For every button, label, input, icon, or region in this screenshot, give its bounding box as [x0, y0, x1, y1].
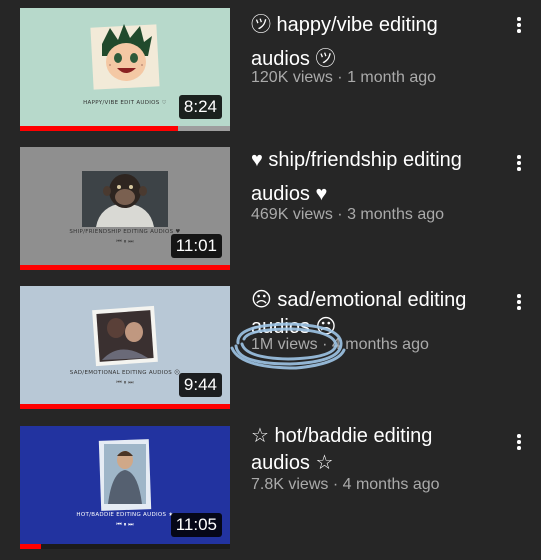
watch-progress-fill: [20, 404, 230, 409]
meta-separator: ·: [337, 69, 343, 86]
watch-progress-fill: [20, 544, 41, 549]
watch-progress: [20, 544, 230, 549]
watch-progress-fill: [20, 265, 230, 270]
more-vert-icon[interactable]: [512, 153, 526, 173]
duration-badge: 11:05: [170, 513, 222, 537]
video-list-item[interactable]: HOT/BADDIE EDITING AUDIOS ★ ⏮ ⏸ ⏭ 11:05 …: [0, 423, 541, 551]
video-title[interactable]: ㋡ happy/vibe editing audios ㋡: [251, 8, 501, 76]
video-thumbnail[interactable]: HAPPY/VIBE EDIT AUDIOS ♡ 8:24: [20, 8, 230, 126]
watch-progress-fill: [20, 126, 178, 131]
duration-badge: 8:24: [178, 95, 222, 119]
meta-separator: ·: [337, 206, 343, 223]
watch-progress: [20, 404, 230, 409]
view-count: 469K views: [251, 206, 333, 223]
video-list-item[interactable]: SHIP/FRIENDSHIP EDITING AUDIOS ♥ ⏮ ⏸ ⏭ 1…: [0, 147, 541, 272]
view-count: 7.8K views: [251, 476, 329, 493]
upload-age: 1 month ago: [347, 69, 437, 86]
upload-age: 4 months ago: [342, 476, 440, 493]
video-title-line: ㋡ happy/vibe editing: [251, 14, 438, 36]
upload-age: 3 months ago: [347, 206, 445, 223]
video-title[interactable]: ☆ hot/baddie editing audios ☆: [251, 423, 501, 477]
video-title[interactable]: ♥ ship/friendship editing audios ♥: [251, 143, 501, 211]
video-title-line: ☆ hot/baddie editing: [251, 425, 433, 447]
more-vert-icon[interactable]: [512, 15, 526, 35]
duration-badge: 11:01: [170, 234, 222, 258]
meta-separator: ·: [322, 336, 328, 353]
video-thumbnail[interactable]: SAD/EMOTIONAL EDITING AUDIOS ☹ ⏮ ⏸ ⏭ 9:4…: [20, 286, 230, 404]
video-meta: 1M views · 4 months ago: [251, 336, 429, 354]
video-title[interactable]: ☹ sad/emotional editing audios ☹: [251, 283, 501, 339]
video-title-line: audios ☆: [251, 452, 334, 474]
video-list-item[interactable]: SAD/EMOTIONAL EDITING AUDIOS ☹ ⏮ ⏸ ⏭ 9:4…: [0, 286, 541, 411]
video-meta: 7.8K views · 4 months ago: [251, 476, 440, 494]
video-title-line: ♥ ship/friendship editing: [251, 149, 462, 171]
more-vert-icon[interactable]: [512, 292, 526, 312]
more-vert-icon[interactable]: [512, 432, 526, 452]
video-meta: 120K views · 1 month ago: [251, 69, 436, 87]
video-thumbnail[interactable]: SHIP/FRIENDSHIP EDITING AUDIOS ♥ ⏮ ⏸ ⏭ 1…: [20, 147, 230, 265]
watch-progress: [20, 265, 230, 270]
watch-progress: [20, 126, 230, 131]
meta-separator: ·: [332, 476, 339, 493]
duration-badge: 9:44: [178, 373, 222, 397]
video-meta: 469K views · 3 months ago: [251, 206, 444, 224]
video-title-line: ☹ sad/emotional editing: [251, 289, 467, 311]
upload-age: 4 months ago: [331, 336, 429, 353]
video-thumbnail[interactable]: HOT/BADDIE EDITING AUDIOS ★ ⏮ ⏸ ⏭ 11:05: [20, 426, 230, 544]
view-count: 1M views: [251, 336, 318, 353]
view-count: 120K views: [251, 69, 333, 86]
video-list-item[interactable]: HAPPY/VIBE EDIT AUDIOS ♡ 8:24 ㋡ happy/vi…: [0, 8, 541, 133]
